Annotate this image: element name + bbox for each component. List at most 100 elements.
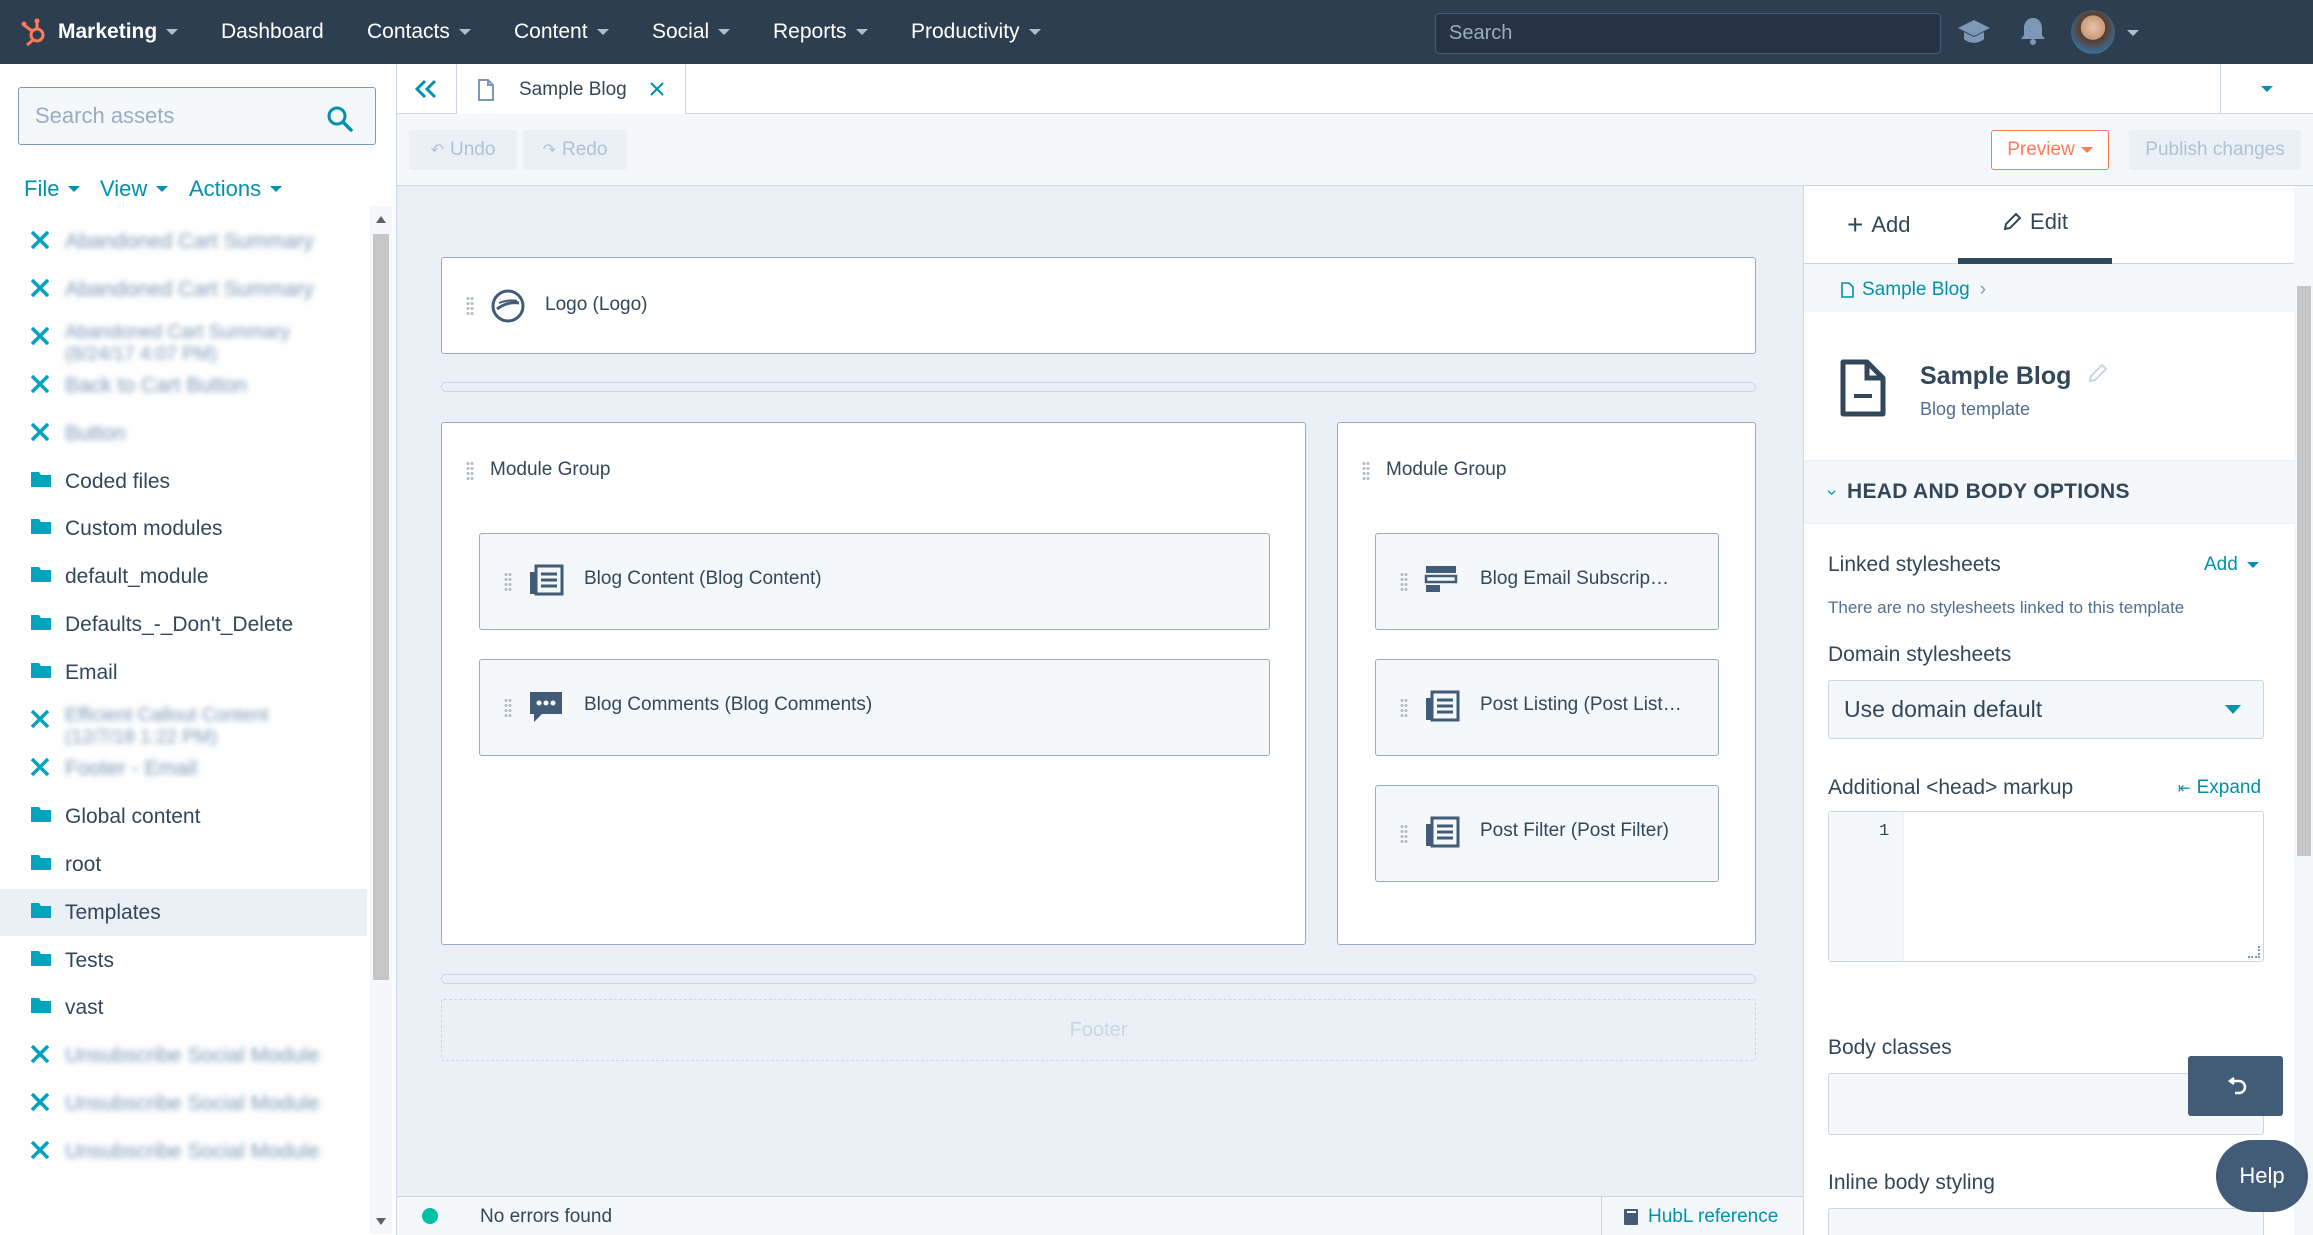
inline-body-styling-input[interactable] bbox=[1828, 1208, 2264, 1235]
drag-handle-icon[interactable] bbox=[466, 296, 474, 316]
breadcrumb-sample-blog[interactable]: Sample Blog › bbox=[1841, 279, 1986, 301]
tab-sample-blog[interactable]: Sample Blog bbox=[456, 64, 686, 115]
tree-item-label: Footer - Email bbox=[65, 756, 197, 780]
global-search-input[interactable]: Search bbox=[1435, 13, 1941, 54]
blog-email-subscription-label: Blog Email Subscrip… bbox=[1480, 568, 1670, 589]
nav-content[interactable]: Content bbox=[514, 0, 609, 64]
tree-module-item[interactable]: Back to Cart Button bbox=[0, 362, 367, 409]
nav-contacts[interactable]: Contacts bbox=[367, 0, 471, 64]
nav-social[interactable]: Social bbox=[652, 0, 731, 64]
blog-email-subscription-module[interactable]: Blog Email Subscrip… bbox=[1375, 533, 1719, 630]
head-body-options-toggle[interactable]: › HEAD AND BODY OPTIONS bbox=[1804, 460, 2313, 524]
tree-module-item[interactable]: Unsubscribe Social Module bbox=[0, 1080, 367, 1127]
tree-folder-item[interactable]: Custom modules bbox=[0, 505, 367, 552]
chevron-down-icon bbox=[68, 186, 81, 192]
footer-section[interactable]: Footer bbox=[441, 999, 1756, 1061]
help-button[interactable]: Help bbox=[2216, 1140, 2308, 1212]
sidebar-scrollbar-thumb[interactable] bbox=[373, 234, 389, 980]
tree-folder-item[interactable]: default_module bbox=[0, 553, 367, 600]
row-separator[interactable] bbox=[441, 974, 1756, 984]
drag-handle-icon[interactable] bbox=[504, 572, 512, 592]
publish-changes-button[interactable]: Publish changes bbox=[2129, 130, 2301, 170]
tree-module-item[interactable]: Unsubscribe Social Module bbox=[0, 1128, 367, 1175]
drag-handle-icon[interactable] bbox=[1400, 572, 1408, 592]
tree-folder-item[interactable]: Global content bbox=[0, 793, 367, 840]
post-listing-label: Post Listing (Post List… bbox=[1480, 694, 1682, 715]
resize-handle-icon[interactable] bbox=[2248, 946, 2260, 958]
tree-module-item[interactable]: Abandoned Cart Summary bbox=[0, 266, 367, 313]
tree-folder-item[interactable]: Coded files bbox=[0, 458, 367, 505]
drag-handle-icon[interactable] bbox=[1400, 698, 1408, 718]
close-tab-icon[interactable] bbox=[650, 82, 664, 96]
hubl-reference-link[interactable]: HubL reference bbox=[1601, 1197, 1803, 1235]
collapse-sidebar-icon[interactable] bbox=[397, 64, 455, 114]
tab-edit[interactable]: Edit bbox=[1958, 186, 2112, 264]
folder-icon bbox=[30, 996, 52, 1020]
drag-handle-icon[interactable] bbox=[1362, 461, 1370, 481]
row-separator[interactable] bbox=[441, 382, 1756, 392]
nav-dashboard[interactable]: Dashboard bbox=[221, 0, 324, 64]
avatar[interactable] bbox=[2071, 10, 2115, 54]
notifications-bell-icon[interactable] bbox=[2020, 16, 2046, 52]
post-listing-module[interactable]: Post Listing (Post List… bbox=[1375, 659, 1719, 756]
tree-module-item[interactable]: Abandoned Cart Summary (8/24/17 4:07 PM) bbox=[0, 314, 367, 365]
preview-button[interactable]: Preview bbox=[1991, 130, 2109, 170]
tree-module-item[interactable]: Abandoned Cart Summary bbox=[0, 218, 367, 265]
nav-content-label: Content bbox=[514, 20, 588, 43]
tree-folder-item[interactable]: Defaults_-_Don't_Delete bbox=[0, 601, 367, 648]
blog-comments-module[interactable]: Blog Comments (Blog Comments) bbox=[479, 659, 1270, 756]
blog-content-module[interactable]: Blog Content (Blog Content) bbox=[479, 533, 1270, 630]
drag-handle-icon[interactable] bbox=[466, 461, 474, 481]
module-tools-icon bbox=[30, 1140, 50, 1166]
module-tools-icon bbox=[30, 757, 50, 783]
tree-folder-item[interactable]: Tests bbox=[0, 937, 367, 984]
actions-menu[interactable]: Actions bbox=[189, 176, 283, 202]
marketing-menu[interactable]: Marketing bbox=[20, 0, 179, 64]
tab-add[interactable]: + Add bbox=[1847, 186, 1911, 264]
domain-stylesheets-select[interactable]: Use domain default bbox=[1828, 680, 2264, 739]
avatar-chevron-down-icon[interactable] bbox=[2127, 30, 2139, 36]
actions-menu-label: Actions bbox=[189, 176, 262, 201]
academy-icon[interactable] bbox=[1956, 18, 1992, 52]
module-tools-icon bbox=[30, 709, 50, 735]
chevron-right-icon: › bbox=[1979, 279, 1987, 300]
redo-button[interactable]: ↷ Redo bbox=[523, 130, 627, 170]
tree-folder-item[interactable]: vast bbox=[0, 984, 367, 1031]
tree-folder-item[interactable]: root bbox=[0, 841, 367, 888]
module-group-right[interactable]: Module Group Blog Email Subscrip… Post L… bbox=[1337, 422, 1756, 945]
view-menu[interactable]: View bbox=[100, 176, 169, 202]
undo-button[interactable]: ↶ Undo bbox=[409, 130, 517, 170]
tree-folder-item[interactable]: Email bbox=[0, 649, 367, 696]
nav-productivity[interactable]: Productivity bbox=[911, 0, 1041, 64]
nav-reports[interactable]: Reports bbox=[773, 0, 868, 64]
tree-folder-item[interactable]: Templates bbox=[0, 888, 367, 936]
tree-item-label: Efficient Callout Content (12/7/18 1:22 … bbox=[65, 705, 269, 748]
search-icon[interactable] bbox=[327, 106, 353, 138]
search-assets-input[interactable]: Search assets bbox=[18, 87, 376, 145]
head-markup-editor[interactable]: 1 bbox=[1828, 811, 2264, 962]
scroll-down-arrow-icon[interactable] bbox=[376, 1218, 386, 1225]
status-bar: No errors found HubL reference bbox=[397, 1196, 1803, 1235]
tree-item-label: Abandoned Cart Summary bbox=[65, 230, 314, 253]
tree-module-item[interactable]: Footer - Email bbox=[0, 745, 367, 792]
chevron-down-icon: › bbox=[1822, 489, 1843, 495]
scroll-up-arrow-icon[interactable] bbox=[376, 216, 386, 223]
post-filter-module[interactable]: Post Filter (Post Filter) bbox=[1375, 785, 1719, 882]
drag-handle-icon[interactable] bbox=[1400, 824, 1408, 844]
module-group-left[interactable]: Module Group Blog Content (Blog Content)… bbox=[441, 422, 1306, 945]
edit-name-pencil-icon[interactable] bbox=[2087, 362, 2109, 384]
tab-overflow-dropdown[interactable] bbox=[2220, 64, 2313, 114]
tree-module-item[interactable]: Efficient Callout Content (12/7/18 1:22 … bbox=[0, 697, 367, 748]
chevron-down-icon bbox=[596, 29, 609, 35]
file-menu[interactable]: File bbox=[24, 176, 81, 202]
inspector-scrollbar-thumb[interactable] bbox=[2297, 286, 2311, 856]
revert-button[interactable] bbox=[2188, 1056, 2283, 1116]
tree-module-item[interactable]: Unsubscribe Social Module bbox=[0, 1032, 367, 1079]
drag-handle-icon[interactable] bbox=[504, 698, 512, 718]
tree-module-item[interactable]: Button bbox=[0, 410, 367, 457]
add-stylesheet-dropdown[interactable]: Add bbox=[2204, 554, 2259, 576]
undo-label: Undo bbox=[449, 139, 496, 160]
template-file-icon bbox=[1840, 359, 1886, 417]
expand-head-markup-button[interactable]: ⇤ Expand bbox=[2178, 777, 2261, 799]
logo-module[interactable]: Logo (Logo) bbox=[441, 257, 1756, 354]
